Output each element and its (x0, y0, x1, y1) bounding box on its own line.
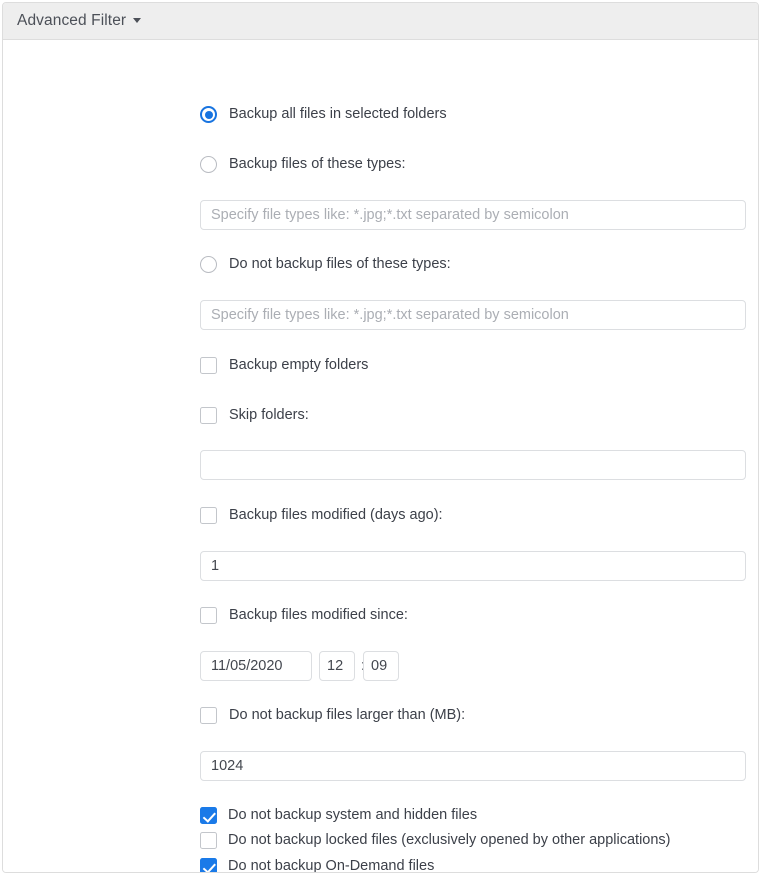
checkbox-exclude-on-demand[interactable]: Do not backup On-Demand files (200, 858, 435, 873)
checkbox-label-modified-since: Backup files modified since: (229, 607, 408, 624)
radio-backup-file-types[interactable]: Backup files of these types: (200, 156, 406, 173)
panel-body: Backup all files in selected folders Bac… (3, 40, 758, 872)
checkbox-modified-since[interactable]: Backup files modified since: (200, 607, 408, 624)
checkbox-indicator-max-file-size[interactable] (200, 707, 217, 724)
checkbox-label-max-file-size: Do not backup files larger than (MB): (229, 707, 466, 724)
radio-label-backup-types: Backup files of these types: (229, 156, 406, 173)
radio-exclude-file-types[interactable]: Do not backup files of these types: (200, 256, 451, 273)
modified-days-ago-input[interactable] (200, 551, 746, 581)
radio-backup-all-files[interactable]: Backup all files in selected folders (200, 106, 447, 123)
exclude-file-types-input[interactable] (200, 300, 746, 330)
checkbox-indicator-skip-folders[interactable] (200, 407, 217, 424)
checkbox-label-skip-folders: Skip folders: (229, 407, 309, 424)
checkbox-skip-folders[interactable]: Skip folders: (200, 407, 309, 424)
radio-indicator-backup-all[interactable] (200, 106, 217, 123)
advanced-filter-panel: Advanced Filter Backup all files in sele… (2, 2, 759, 873)
panel-header[interactable]: Advanced Filter (3, 3, 758, 40)
checkbox-max-file-size[interactable]: Do not backup files larger than (MB): (200, 707, 465, 724)
modified-since-hour-input[interactable] (319, 651, 355, 681)
checkbox-label-exclude-locked-files: Do not backup locked files (exclusively … (228, 832, 671, 849)
checkbox-indicator-exclude-locked-files[interactable] (200, 832, 217, 849)
checkbox-indicator-backup-empty-folders[interactable] (200, 357, 217, 374)
modified-since-date-input[interactable] (200, 651, 312, 681)
page-title: Advanced Filter (17, 12, 127, 29)
checkbox-modified-days-ago[interactable]: Backup files modified (days ago): (200, 507, 443, 524)
checkbox-exclude-system-hidden[interactable]: Do not backup system and hidden files (200, 807, 477, 824)
skip-folders-input[interactable] (200, 450, 746, 480)
checkbox-backup-empty-folders[interactable]: Backup empty folders (200, 357, 368, 374)
radio-indicator-backup-types[interactable] (200, 156, 217, 173)
radio-indicator-exclude-types[interactable] (200, 256, 217, 273)
checkbox-indicator-exclude-on-demand[interactable] (200, 858, 217, 872)
checkbox-label-backup-empty-folders: Backup empty folders (229, 357, 369, 374)
include-file-types-input[interactable] (200, 200, 746, 230)
checkbox-indicator-modified-since[interactable] (200, 607, 217, 624)
radio-label-backup-all: Backup all files in selected folders (229, 106, 447, 123)
checkbox-label-exclude-on-demand: Do not backup On-Demand files (228, 858, 435, 873)
chevron-down-icon[interactable] (133, 18, 142, 23)
radio-label-exclude-types: Do not backup files of these types: (229, 256, 451, 273)
checkbox-indicator-modified-days-ago[interactable] (200, 507, 217, 524)
checkbox-exclude-locked-files[interactable]: Do not backup locked files (exclusively … (200, 832, 671, 849)
checkbox-indicator-exclude-system-hidden[interactable] (200, 807, 217, 824)
checkbox-label-modified-days-ago: Backup files modified (days ago): (229, 507, 443, 524)
checkbox-label-exclude-system-hidden: Do not backup system and hidden files (228, 807, 478, 824)
max-file-size-input[interactable] (200, 751, 746, 781)
modified-since-minute-input[interactable] (363, 651, 399, 681)
